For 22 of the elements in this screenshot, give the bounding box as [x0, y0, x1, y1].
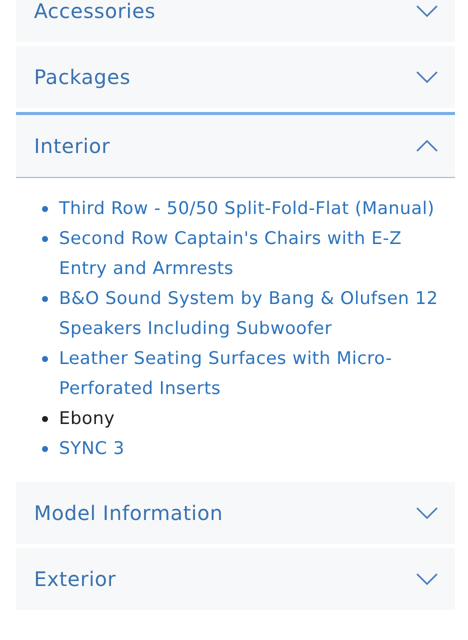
feature-link[interactable]: Second Row Captain's Chairs with E-Z Entry and Armrests — [59, 224, 455, 284]
bullet-icon — [42, 236, 48, 242]
bullet-icon — [42, 356, 48, 362]
feature-link[interactable]: SYNC 3 — [59, 434, 125, 464]
chevron-down-icon — [415, 70, 439, 84]
chevron-down-icon — [415, 506, 439, 520]
chevron-down-icon — [415, 572, 439, 586]
accordion-header[interactable]: Packages — [16, 46, 455, 108]
chevron-down-icon — [415, 4, 439, 18]
feature-link[interactable]: Leather Seating Surfaces with Micro-Perforated Inserts — [59, 344, 455, 404]
feature-text: Ebony — [59, 408, 115, 431]
bullet-icon — [42, 416, 48, 422]
accordion-header[interactable]: Accessories — [16, 0, 455, 42]
bullet-icon — [42, 446, 48, 452]
bullet-icon — [42, 206, 48, 212]
accordion-header[interactable]: Model Information — [16, 482, 455, 544]
feature-link[interactable]: B&O Sound System by Bang & Olufsen 12 Speakers Including Subwoofer — [59, 284, 455, 344]
bullet-icon — [42, 296, 48, 302]
accordion-header[interactable]: Interior — [16, 112, 455, 178]
feature-link[interactable]: Third Row - 50/50 Split-Fold-Flat (Manual) — [59, 194, 435, 224]
chevron-up-icon — [415, 139, 439, 153]
accordion-header[interactable]: Exterior — [16, 548, 455, 610]
